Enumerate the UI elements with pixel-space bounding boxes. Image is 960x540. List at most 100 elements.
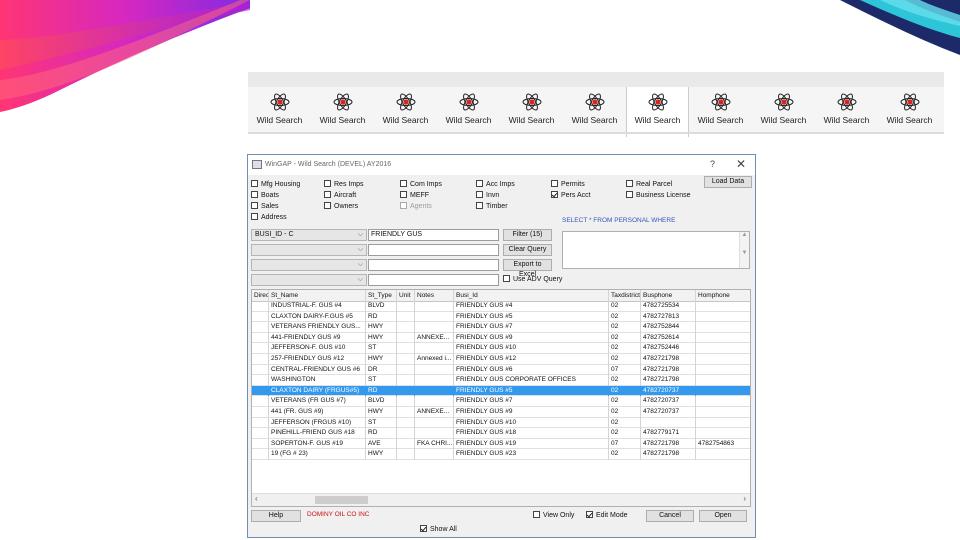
tab-wild-search[interactable]: Wild Search [689, 87, 752, 134]
table-row[interactable]: VETERANS (FR GUS #7) BLVD FRIENDLY GUS #7 0… [252, 396, 750, 407]
export-excel-button[interactable]: Export to Excel [503, 259, 552, 278]
table-row[interactable]: CLAXTON DAIRY (FRGUS#5) RD FRIENDLY GUS #5… [252, 385, 750, 397]
close-icon[interactable]: ✕ [736, 157, 746, 171]
tab-label: Wild Search [508, 115, 555, 125]
sql-memo-box[interactable]: ▲ ▼ [562, 231, 750, 269]
filter-checkbox-permits[interactable]: Permits [551, 180, 585, 190]
filter-checkbox-invn[interactable]: Invn [476, 191, 499, 201]
table-cell [252, 385, 269, 397]
scroll-right-icon[interactable]: › [743, 494, 746, 503]
table-cell [397, 322, 415, 333]
filter-checkbox-boats[interactable]: Boats [251, 191, 279, 201]
tab-wild-search[interactable]: Wild Search [815, 87, 878, 134]
filter-checkbox-real-parcel[interactable]: Real Parcel [626, 180, 672, 190]
filter-checkbox-owners[interactable]: Owners [324, 202, 358, 212]
table-row[interactable]: CENTRAL-FRIENDLY GUS #6 DR FRIENDLY GUS #6… [252, 364, 750, 376]
view-only-checkbox[interactable]: View Only [533, 511, 574, 521]
table-cell [696, 386, 750, 397]
filter-checkbox-pers-acct[interactable]: Pers Acct [551, 191, 591, 201]
table-cell: 02 [609, 322, 641, 333]
table-row[interactable]: SOPERTON-F. GUS #19 AVE FKA CHRI... FRIENDL… [252, 438, 750, 450]
open-button[interactable]: Open [699, 510, 747, 522]
filter-checkbox-meff[interactable]: MEFF [400, 191, 429, 201]
column-header[interactable]: St_Type [366, 290, 397, 301]
table-cell [252, 343, 269, 354]
show-all-checkbox[interactable]: Show All [420, 525, 457, 535]
filter-checkbox-com-imps[interactable]: Com Imps [400, 180, 442, 190]
clear-query-button[interactable]: Clear Query [503, 244, 552, 256]
tab-wild-search[interactable]: Wild Search [563, 87, 626, 134]
tab-wild-search[interactable]: Wild Search [626, 87, 689, 137]
query-field-select-4[interactable]: ⌵ [251, 274, 367, 286]
table-row[interactable]: 257-FRIENDLY GUS #12 HWY Annexed i... FRIEN… [252, 354, 750, 365]
table-cell: FRIENDLY GUS #5 [454, 385, 609, 397]
table-row[interactable]: PINEHILL-FRIEND GUS #18 RD FRIENDLY GUS #1… [252, 428, 750, 439]
table-row[interactable]: INDUSTRIAL-F. GUS #4 BLVD FRIENDLY GUS #4 0… [252, 301, 750, 312]
filter-button[interactable]: Filter (15) [503, 229, 552, 241]
help-icon[interactable]: ? [710, 159, 715, 169]
use-adv-query-checkbox[interactable]: Use ADV Query [503, 275, 562, 285]
table-cell [252, 428, 269, 439]
filter-checkbox-acc-imps[interactable]: Acc Imps [476, 180, 515, 190]
load-data-button[interactable]: Load Data [704, 176, 752, 188]
table-cell: RD [366, 385, 397, 397]
column-header[interactable]: Busphone [641, 290, 696, 301]
column-header[interactable]: Taxdistrict [609, 290, 641, 301]
help-button[interactable]: Help [251, 510, 301, 522]
query-value-input-4[interactable] [368, 274, 499, 286]
tab-label: Wild Search [382, 115, 429, 125]
table-row[interactable]: 441-FRIENDLY GUS #9 HWY ANNEXE... FRIENDLY … [252, 332, 750, 344]
query-field-select-2[interactable]: ⌵ [251, 244, 367, 256]
column-header[interactable]: Direct [252, 290, 269, 301]
table-cell [415, 428, 454, 439]
table-row[interactable]: JEFFERSON-F. GUS #10 ST FRIENDLY GUS #10 02… [252, 343, 750, 354]
horizontal-scrollbar[interactable]: ‹ › [252, 493, 750, 506]
query-field-select-1[interactable]: BUSI_ID - C ⌵ [251, 229, 367, 241]
chevron-down-icon: ⌵ [357, 246, 363, 253]
memo-scrollbar[interactable]: ▲ ▼ [739, 232, 749, 268]
checkbox-box [251, 180, 258, 187]
table-row[interactable]: CLAXTON DAIRY-F.GUS #5 RD FRIENDLY GUS #5 0… [252, 311, 750, 323]
column-header[interactable]: St_Name [269, 290, 366, 301]
filter-checkbox-business-license[interactable]: Business License [626, 191, 690, 201]
table-row[interactable]: JEFFERSON (FRGUS #10) ST FRIENDLY GUS #10 0… [252, 417, 750, 429]
query-value-input-2[interactable] [368, 244, 499, 256]
tab-wild-search[interactable]: Wild Search [500, 87, 563, 134]
filter-checkbox-timber[interactable]: Timber [476, 202, 508, 212]
table-cell: 02 [609, 396, 641, 407]
column-header[interactable]: Unit [397, 290, 415, 301]
table-row[interactable]: WASHINGTON ST FRIENDLY GUS CORPORATE OFFIC… [252, 375, 750, 386]
table-cell [696, 333, 750, 344]
filter-checkbox-address[interactable]: Address [251, 213, 287, 223]
cancel-button[interactable]: Cancel [646, 510, 694, 522]
tab-wild-search[interactable]: Wild Search [752, 87, 815, 134]
filter-checkbox-res-imps[interactable]: Res Imps [324, 180, 364, 190]
scroll-thumb[interactable] [315, 496, 368, 504]
tab-label: Wild Search [571, 115, 618, 125]
chevron-down-icon: ⌵ [357, 261, 363, 268]
query-value-input-1[interactable]: FRIENDLY GUS [368, 229, 499, 241]
tab-wild-search[interactable]: Wild Search [374, 87, 437, 134]
filter-checkbox-aircraft[interactable]: Aircraft [324, 191, 356, 201]
table-cell [415, 343, 454, 354]
table-row[interactable]: 441 (FR. GUS #9) HWY ANNEXE... FRIENDLY GUS… [252, 407, 750, 418]
table-row[interactable]: 19 (FG # 23) HWY FRIENDLY GUS #23 02 4782721… [252, 449, 750, 460]
table-cell: 19 (FG # 23) [269, 449, 366, 460]
tab-wild-search[interactable]: Wild Search [437, 87, 500, 134]
filter-checkbox-mfg-housing[interactable]: Mfg Housing [251, 180, 300, 190]
scroll-left-icon[interactable]: ‹ [255, 494, 258, 503]
query-value-input-3[interactable] [368, 259, 499, 271]
atom-icon [396, 93, 415, 111]
table-row[interactable]: VETERANS FRIENDLY GUS... HWY FRIENDLY GUS … [252, 322, 750, 333]
company-name: DOMINY OIL CO INC [307, 511, 370, 518]
tab-wild-search[interactable]: Wild Search [878, 87, 941, 134]
edit-mode-checkbox[interactable]: Edit Mode [586, 511, 628, 521]
query-field-select-3[interactable]: ⌵ [251, 259, 367, 271]
tab-wild-search[interactable]: Wild Search [248, 87, 311, 134]
tab-wild-search[interactable]: Wild Search [311, 87, 374, 134]
column-header[interactable]: Homphone [696, 290, 750, 301]
table-cell [252, 301, 269, 312]
column-header[interactable]: Busi_Id [454, 290, 609, 301]
filter-checkbox-sales[interactable]: Sales [251, 202, 279, 212]
column-header[interactable]: Notes [415, 290, 454, 301]
